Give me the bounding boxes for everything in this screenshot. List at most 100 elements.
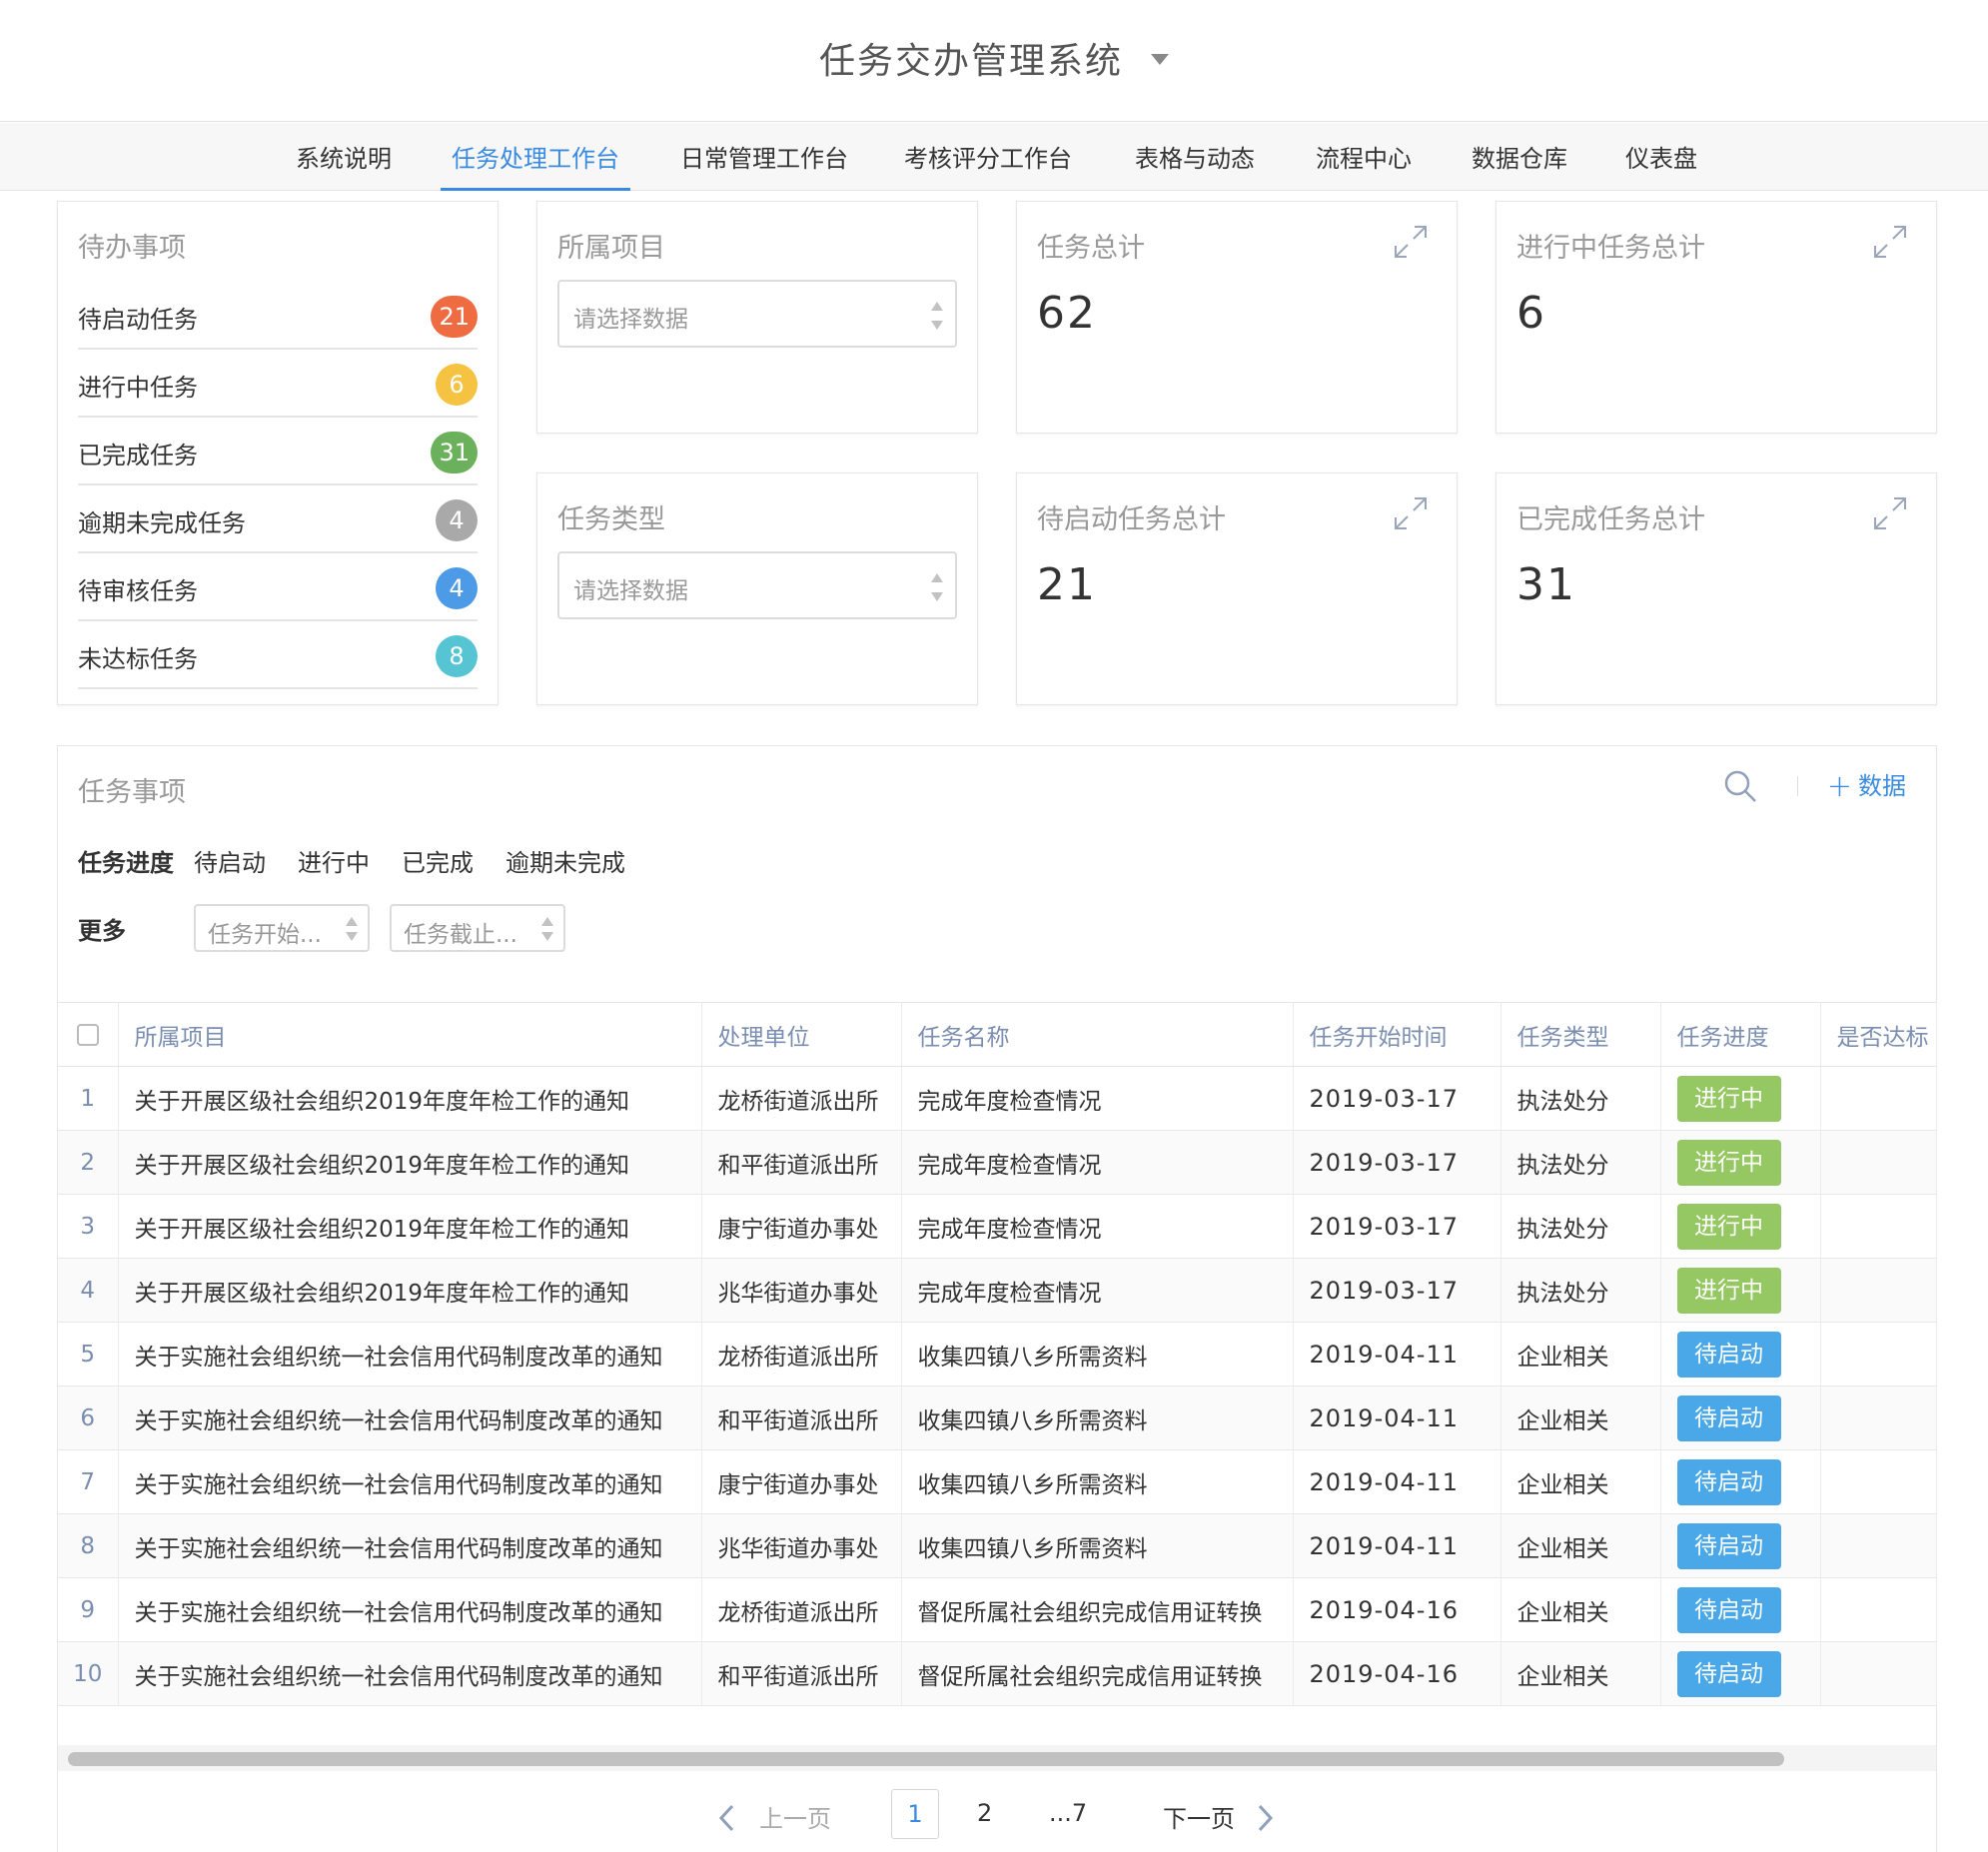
expand-icon[interactable] (1393, 495, 1429, 531)
search-icon[interactable] (1722, 768, 1758, 804)
status-badge[interactable]: 进行中 (1676, 1075, 1781, 1122)
progress-option-in-progress[interactable]: 进行中 (298, 843, 370, 878)
stat-title: 待启动任务总计 (1037, 504, 1226, 535)
todo-item-in-progress[interactable]: 进行中任务 6 (78, 350, 478, 418)
task-type-select[interactable]: 请选择数据 (557, 551, 957, 619)
cell-qualified (1820, 1130, 1937, 1195)
chevron-left-icon[interactable] (717, 1803, 735, 1833)
status-badge[interactable]: 进行中 (1676, 1203, 1781, 1250)
todo-item-overdue[interactable]: 逾期未完成任务 4 (78, 485, 478, 553)
column-header-type[interactable]: 任务类型 (1500, 1002, 1661, 1067)
row-index: 5 (58, 1322, 119, 1387)
stat-total-panel: 任务总计 62 (1016, 201, 1458, 434)
app-title-text: 任务交办管理系统 (818, 41, 1123, 82)
tab-dashboard[interactable]: 仪表盘 (1622, 123, 1700, 191)
status-badge[interactable]: 待启动 (1676, 1394, 1781, 1441)
cell-progress: 待启动 (1660, 1449, 1821, 1514)
count-badge: 6 (436, 364, 478, 406)
expand-icon[interactable] (1872, 224, 1908, 260)
table-row[interactable]: 5 关于实施社会组织统一社会信用代码制度改革的通知 龙桥街道派出所 收集四镇八乡所需资… (58, 1322, 1937, 1387)
cell-type: 执法处分 (1500, 1066, 1661, 1131)
cell-progress: 进行中 (1660, 1194, 1821, 1259)
todo-item-pending[interactable]: 待启动任务 21 (78, 282, 478, 350)
next-page-button[interactable]: 下一页 (1163, 1799, 1235, 1834)
todo-item-completed[interactable]: 已完成任务 31 (78, 418, 478, 485)
select-all-checkbox[interactable] (76, 1024, 99, 1046)
table-row[interactable]: 7 关于实施社会组织统一社会信用代码制度改革的通知 康宁街道办事处 收集四镇八乡所需资… (58, 1449, 1937, 1514)
cell-unit: 龙桥街道派出所 (701, 1066, 902, 1131)
cell-start-date: 2019-03-17 (1293, 1130, 1501, 1195)
status-badge[interactable]: 进行中 (1676, 1139, 1781, 1186)
app-title[interactable]: 任务交办管理系统 (0, 32, 1988, 84)
todo-item-review[interactable]: 待审核任务 4 (78, 553, 478, 621)
expand-icon[interactable] (1872, 495, 1908, 531)
table-row[interactable]: 6 关于实施社会组织统一社会信用代码制度改革的通知 和平街道派出所 收集四镇八乡所需资… (58, 1386, 1937, 1450)
scrollbar-thumb[interactable] (68, 1752, 1784, 1766)
cell-unit: 兆华街道办事处 (701, 1513, 902, 1578)
chevron-down-icon[interactable] (1151, 53, 1169, 65)
table-row[interactable]: 3 关于开展区级社会组织2019年度年检工作的通知 康宁街道办事处 完成年度检查情况 2… (58, 1194, 1937, 1259)
row-index: 8 (58, 1513, 119, 1578)
tab-tables-dynamics[interactable]: 表格与动态 (1129, 123, 1261, 191)
tab-assessment-workbench[interactable]: 考核评分工作台 (903, 123, 1073, 191)
table-row[interactable]: 10 关于实施社会组织统一社会信用代码制度改革的通知 和平街道派出所 督促所属社会组织… (58, 1641, 1937, 1706)
column-header-qualified[interactable]: 是否达标 (1820, 1002, 1937, 1067)
start-time-select[interactable]: 任务开始... (194, 904, 370, 952)
status-badge[interactable]: 待启动 (1676, 1458, 1781, 1505)
status-badge[interactable]: 进行中 (1676, 1267, 1781, 1314)
table-row[interactable]: 9 关于实施社会组织统一社会信用代码制度改革的通知 龙桥街道派出所 督促所属社会组织完… (58, 1577, 1937, 1642)
cell-name: 完成年度检查情况 (901, 1130, 1294, 1195)
cell-type: 执法处分 (1500, 1130, 1661, 1195)
tab-data-warehouse[interactable]: 数据仓库 (1467, 123, 1572, 191)
expand-icon[interactable] (1393, 224, 1429, 260)
status-badge[interactable]: 待启动 (1676, 1586, 1781, 1633)
page-last-button[interactable]: ...7 (1049, 1799, 1087, 1827)
cell-project: 关于开展区级社会组织2019年度年检工作的通知 (118, 1258, 702, 1323)
cell-type: 企业相关 (1500, 1386, 1661, 1450)
table-row[interactable]: 4 关于开展区级社会组织2019年度年检工作的通知 兆华街道办事处 完成年度检查情况 2… (58, 1258, 1937, 1323)
progress-option-overdue[interactable]: 逾期未完成 (505, 843, 625, 878)
cell-qualified (1820, 1194, 1937, 1259)
cell-unit: 和平街道派出所 (701, 1641, 902, 1706)
plus-icon: + (1826, 769, 1852, 804)
updown-arrow-icon (931, 573, 943, 601)
end-time-select[interactable]: 任务截止... (390, 904, 565, 952)
tab-daily-workbench[interactable]: 日常管理工作台 (679, 123, 849, 191)
table-row[interactable]: 1 关于开展区级社会组织2019年度年检工作的通知 龙桥街道派出所 完成年度检查情况 2… (58, 1066, 1937, 1131)
more-filter-label: 更多 (78, 917, 126, 945)
page-1-button[interactable]: 1 (891, 1789, 939, 1839)
divider (1797, 776, 1798, 796)
select-placeholder: 请选择数据 (573, 578, 688, 604)
stat-title: 进行中任务总计 (1516, 233, 1705, 264)
column-header-start[interactable]: 任务开始时间 (1293, 1002, 1501, 1067)
project-select[interactable]: 请选择数据 (557, 280, 957, 348)
column-header-progress[interactable]: 任务进度 (1660, 1002, 1821, 1067)
column-header-name[interactable]: 任务名称 (901, 1002, 1294, 1067)
task-type-filter-panel: 任务类型 请选择数据 (536, 472, 978, 705)
progress-option-completed[interactable]: 已完成 (402, 843, 474, 878)
page-2-button[interactable]: 2 (977, 1799, 992, 1827)
cell-progress: 待启动 (1660, 1513, 1821, 1578)
prev-page-button[interactable]: 上一页 (759, 1799, 831, 1834)
table-row[interactable]: 2 关于开展区级社会组织2019年度年检工作的通知 和平街道派出所 完成年度检查情况 2… (58, 1130, 1937, 1195)
table-row[interactable]: 8 关于实施社会组织统一社会信用代码制度改革的通知 兆华街道办事处 收集四镇八乡所需资… (58, 1513, 1937, 1578)
tab-system-description[interactable]: 系统说明 (290, 123, 398, 191)
cell-project: 关于实施社会组织统一社会信用代码制度改革的通知 (118, 1322, 702, 1387)
status-badge[interactable]: 待启动 (1676, 1331, 1781, 1378)
column-header-unit[interactable]: 处理单位 (701, 1002, 902, 1067)
horizontal-scrollbar[interactable] (58, 1745, 1936, 1771)
column-header-project[interactable]: 所属项目 (118, 1002, 702, 1067)
todo-title: 待办事项 (78, 233, 186, 264)
chevron-right-icon[interactable] (1257, 1803, 1275, 1833)
cell-unit: 龙桥街道派出所 (701, 1577, 902, 1642)
progress-option-pending[interactable]: 待启动 (194, 843, 266, 878)
select-placeholder: 任务开始... (208, 922, 322, 948)
cell-name: 收集四镇八乡所需资料 (901, 1449, 1294, 1514)
todo-label: 待审核任务 (78, 577, 198, 605)
status-badge[interactable]: 待启动 (1676, 1522, 1781, 1569)
tab-process-center[interactable]: 流程中心 (1311, 123, 1417, 191)
status-badge[interactable]: 待启动 (1676, 1650, 1781, 1697)
tab-task-workbench[interactable]: 任务处理工作台 (441, 123, 630, 191)
add-data-button[interactable]: + 数据 (1826, 766, 1906, 804)
todo-item-unqualified[interactable]: 未达标任务 8 (78, 621, 478, 689)
